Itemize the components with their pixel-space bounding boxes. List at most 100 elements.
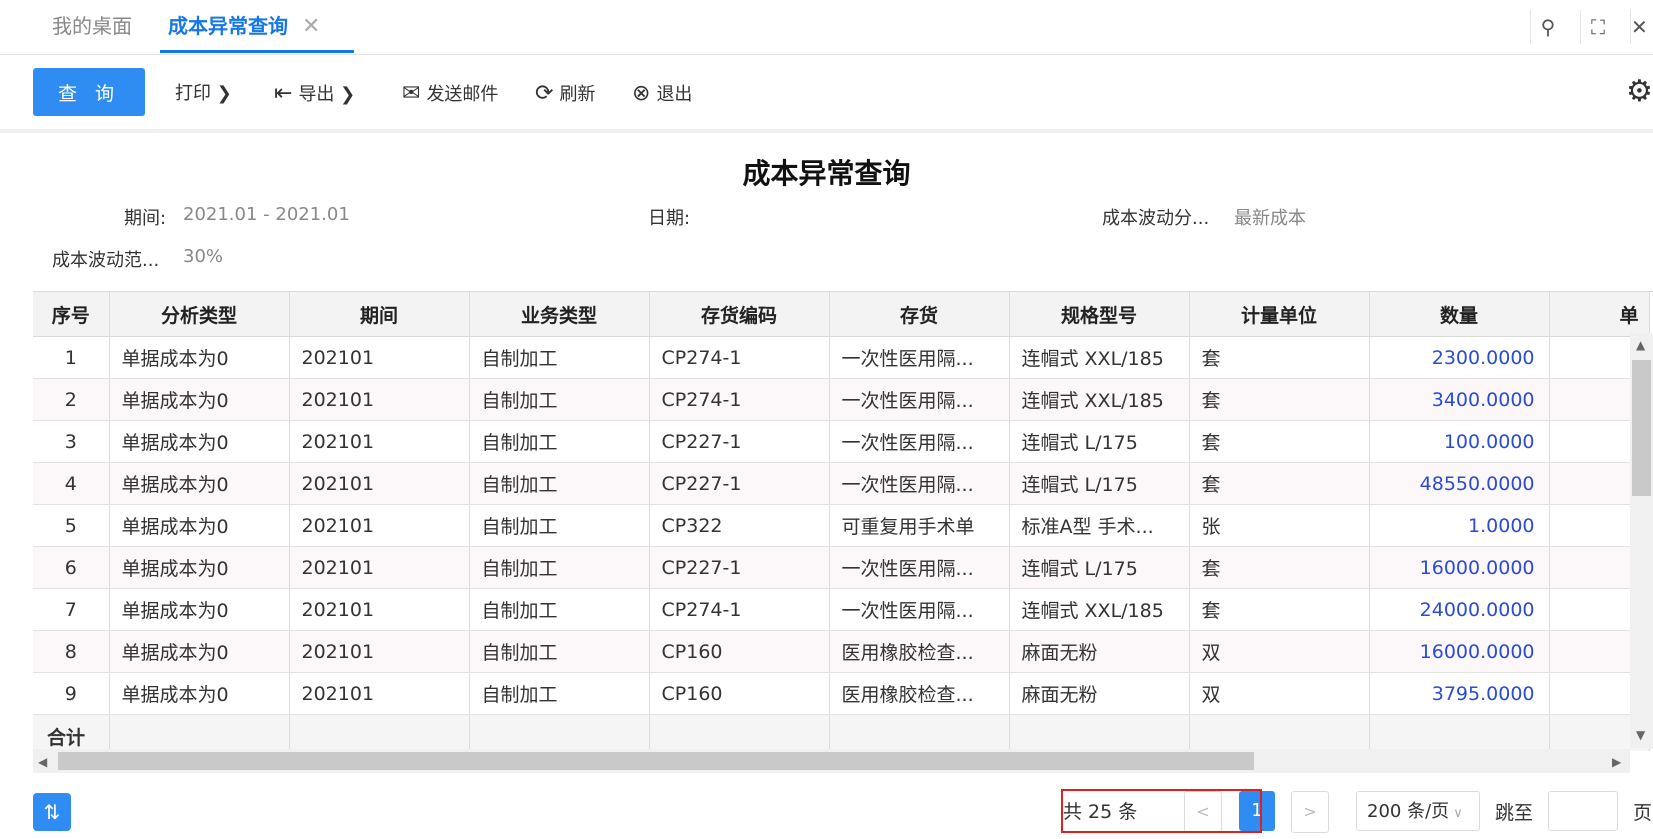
table-cell: 医用橡胶检查...	[829, 672, 1010, 715]
table-cell	[109, 714, 290, 751]
tab-my-desktop[interactable]: 我的桌面	[52, 0, 132, 53]
table-cell: 单据成本为0	[109, 420, 290, 463]
table-cell: 麻面无粉	[1009, 672, 1190, 715]
table-cell: 2	[33, 378, 110, 421]
table-row[interactable]: 1 单据成本为0 202101 自制加工 CP274-1 一次性医用隔... 连帽式 XXL…	[33, 336, 1650, 379]
table-cell: 9	[33, 672, 110, 715]
table-row[interactable]: 9 单据成本为0 202101 自制加工 CP160 医用橡胶检查... 麻面无粉双 3795…	[33, 672, 1650, 715]
refresh-icon: ⟳	[535, 81, 554, 106]
tab-cost-anomaly-query[interactable]: 成本异常查询 ✕	[160, 0, 354, 53]
table-row[interactable]: 2 单据成本为0 202101 自制加工 CP274-1 一次性医用隔... 连帽式 XXL…	[33, 378, 1650, 421]
table-cell: 16000.0000	[1369, 630, 1550, 673]
table-cell: 一次性医用隔...	[829, 462, 1010, 505]
export-button[interactable]: ⇤ 导出 ❯	[274, 80, 355, 108]
sort-icon[interactable]: ⇅	[33, 793, 71, 831]
exit-icon: ⊗	[632, 81, 651, 106]
search-icon[interactable]: ⚲	[1530, 10, 1565, 44]
scroll-up-icon[interactable]: ▲	[1636, 338, 1645, 352]
column-header[interactable]: 规格型号	[1009, 292, 1190, 337]
toolbar	[0, 55, 1653, 133]
table-cell: 自制加工	[469, 588, 650, 631]
range-value: 30%	[183, 246, 224, 267]
tab-bar: 我的桌面 成本异常查询 ✕ ⚲ ⛶ ✕	[0, 0, 1653, 55]
tab-cost-anomaly-query-label: 成本异常查询	[168, 14, 288, 38]
email-icon: ✉	[402, 81, 421, 106]
table-cell: 自制加工	[469, 336, 650, 379]
gear-icon[interactable]: ⚙	[1626, 74, 1653, 109]
column-header[interactable]: 期间	[289, 292, 470, 337]
print-label: 打印	[175, 83, 211, 104]
horizontal-scroll-thumb[interactable]	[58, 752, 1254, 770]
column-header[interactable]: 业务类型	[469, 292, 650, 337]
jump-page-input[interactable]	[1548, 791, 1618, 831]
table-cell: 单据成本为0	[109, 462, 290, 505]
table-cell: 单据成本为0	[109, 336, 290, 379]
scroll-left-icon[interactable]: ◀	[38, 755, 47, 769]
table-cell	[289, 714, 470, 751]
table-row[interactable]: 4 单据成本为0 202101 自制加工 CP227-1 一次性医用隔... 连帽式 L/1…	[33, 462, 1650, 505]
table-cell: 202101	[289, 378, 470, 421]
table-cell: 麻面无粉	[1009, 630, 1190, 673]
table-row[interactable]: 6 单据成本为0 202101 自制加工 CP227-1 一次性医用隔... 连帽式 L/1…	[33, 546, 1650, 589]
exit-label: 退出	[656, 84, 693, 105]
table-cell: 7	[33, 588, 110, 631]
table-cell: 6	[33, 546, 110, 589]
jump-label: 跳至	[1495, 802, 1534, 824]
page-size-value: 200 条/页	[1367, 801, 1450, 822]
table-cell	[1369, 714, 1550, 751]
highlight-box	[1061, 789, 1262, 833]
table-cell: CP227-1	[649, 546, 830, 589]
tab-my-desktop-label: 我的桌面	[52, 14, 132, 38]
scroll-right-icon[interactable]: ▶	[1612, 755, 1621, 769]
column-header[interactable]: 计量单位	[1189, 292, 1370, 337]
table-row[interactable]: 5 单据成本为0 202101 自制加工 CP322 可重复用手术单 标准A型 手术... 张…	[33, 504, 1650, 547]
table-cell: 套	[1189, 378, 1370, 421]
vertical-scroll-thumb[interactable]	[1632, 360, 1651, 496]
scroll-down-icon[interactable]: ▼	[1636, 728, 1645, 742]
column-header[interactable]: 数量	[1369, 292, 1550, 337]
page-size-select[interactable]: 200 条/页 ∨	[1356, 791, 1480, 831]
table-cell: 自制加工	[469, 546, 650, 589]
tab-close-icon[interactable]: ✕	[302, 14, 320, 39]
column-header[interactable]: 序号	[33, 292, 110, 337]
refresh-button[interactable]: ⟳ 刷新	[535, 80, 595, 108]
query-button[interactable]: 查 询	[33, 68, 145, 116]
analysis-label: 成本波动分...	[1102, 208, 1210, 229]
table-cell: 连帽式 XXL/185	[1009, 378, 1190, 421]
table-cell: 双	[1189, 630, 1370, 673]
column-header[interactable]: 存货编码	[649, 292, 830, 337]
table-cell: 自制加工	[469, 630, 650, 673]
table-cell: 连帽式 L/175	[1009, 546, 1190, 589]
table-cell: 张	[1189, 504, 1370, 547]
send-email-button[interactable]: ✉ 发送邮件	[402, 80, 498, 108]
column-header[interactable]: 存货	[829, 292, 1010, 337]
table-cell: 连帽式 L/175	[1009, 462, 1190, 505]
table-row[interactable]: 8 单据成本为0 202101 自制加工 CP160 医用橡胶检查... 麻面无粉双 1600…	[33, 630, 1650, 673]
table-cell: 3400.0000	[1369, 378, 1550, 421]
table-cell: CP322	[649, 504, 830, 547]
table-row[interactable]: 3 单据成本为0 202101 自制加工 CP227-1 一次性医用隔... 连帽式 L/1…	[33, 420, 1650, 463]
table-cell	[469, 714, 650, 751]
table-cell: 套	[1189, 462, 1370, 505]
table-cell: 自制加工	[469, 504, 650, 547]
table-cell: 自制加工	[469, 378, 650, 421]
next-page-button[interactable]: >	[1291, 791, 1329, 833]
column-header[interactable]: 单	[1549, 292, 1650, 337]
date-label: 日期:	[648, 208, 691, 229]
close-icon[interactable]: ✕	[1630, 10, 1653, 44]
export-icon: ⇤	[274, 81, 293, 106]
analysis-value: 最新成本	[1234, 208, 1306, 229]
table-cell: 连帽式 L/175	[1009, 420, 1190, 463]
exit-button[interactable]: ⊗ 退出	[632, 80, 692, 108]
table-cell: 1.0000	[1369, 504, 1550, 547]
table-cell: 202101	[289, 462, 470, 505]
table-cell	[829, 714, 1010, 751]
table-cell: 202101	[289, 504, 470, 547]
table-cell: 一次性医用隔...	[829, 336, 1010, 379]
fullscreen-icon[interactable]: ⛶	[1580, 10, 1615, 44]
column-header[interactable]: 分析类型	[109, 292, 290, 337]
print-button[interactable]: 打印 ❯	[175, 80, 232, 108]
period-value: 2021.01 - 2021.01	[183, 204, 350, 225]
table-row[interactable]: 7 单据成本为0 202101 自制加工 CP274-1 一次性医用隔... 连帽式 XXL…	[33, 588, 1650, 631]
table-cell: CP160	[649, 630, 830, 673]
